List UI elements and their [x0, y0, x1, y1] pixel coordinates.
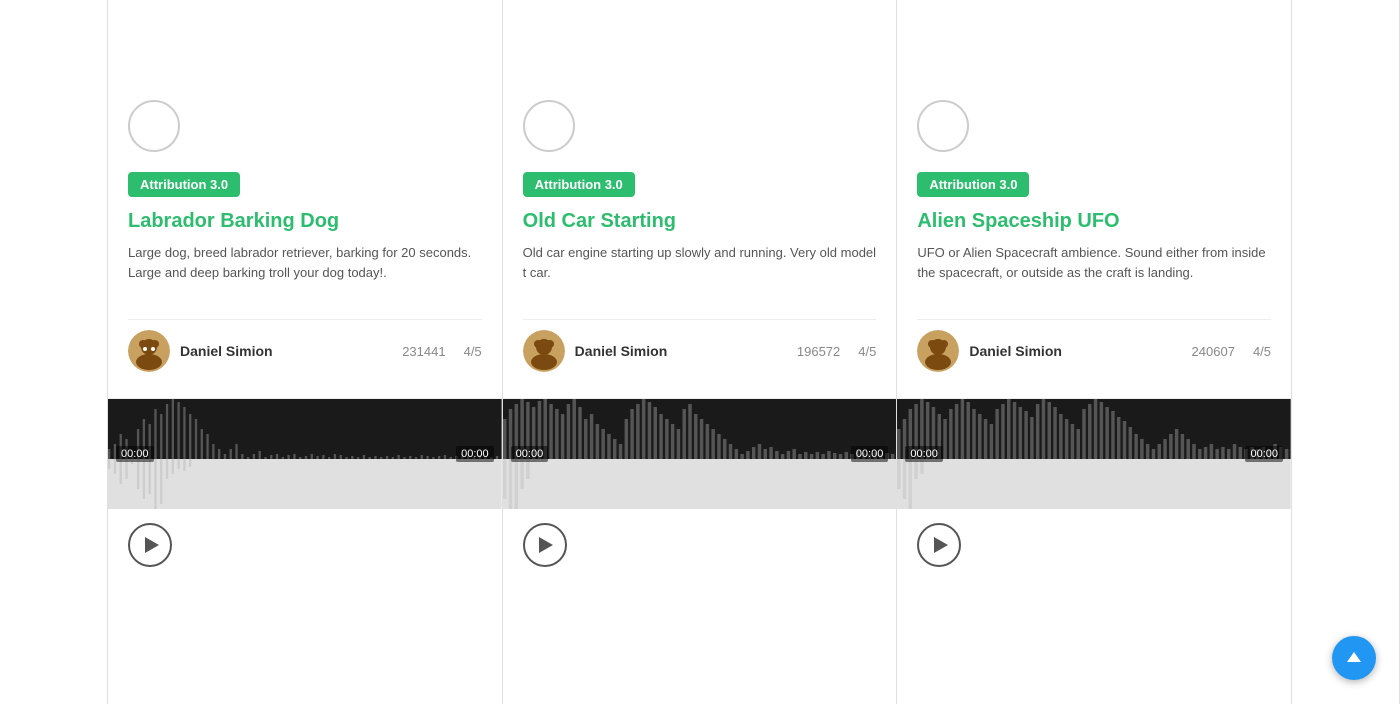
sound-title-3[interactable]: Alien Spaceship UFO — [917, 209, 1271, 233]
sound-description-3: UFO or Alien Spacecraft ambience. Sound … — [917, 243, 1271, 303]
play-icon-1 — [145, 537, 159, 553]
author-avatar-1 — [128, 330, 170, 372]
card-top-1: Attribution 3.0 Labrador Barking Dog Lar… — [108, 0, 502, 398]
waveform-time-right-3: 00:00 — [1245, 446, 1283, 462]
thumbnail-circle-1 — [128, 100, 180, 152]
scroll-top-arrow-icon — [1347, 652, 1361, 662]
avatar-svg-3 — [917, 330, 959, 372]
attribution-badge-1: Attribution 3.0 — [128, 172, 240, 197]
sound-description-2: Old car engine starting up slowly and ru… — [523, 243, 877, 303]
waveform-section-2[interactable]: 00:00 — [503, 398, 897, 509]
author-avatar-2 — [523, 330, 565, 372]
right-edge-column — [1292, 0, 1400, 704]
avatar-svg-1 — [128, 330, 170, 372]
waveform-svg-1 — [108, 399, 502, 509]
waveform-time-right-2: 00:00 — [851, 446, 889, 462]
waveform-svg-3 — [897, 399, 1291, 509]
attribution-badge-3: Attribution 3.0 — [917, 172, 1029, 197]
waveform-container-3[interactable]: 00:00 — [897, 399, 1291, 509]
waveform-container-2[interactable]: 00:00 — [503, 399, 897, 509]
author-row-2: Daniel Simion 196572 4/5 — [523, 319, 877, 382]
card-top-2: Attribution 3.0 Old Car Starting Old car… — [503, 0, 897, 398]
download-count-2: 196572 — [797, 344, 840, 359]
thumbnail-circle-3 — [917, 100, 969, 152]
play-button-container-2 — [503, 509, 897, 581]
author-name-1[interactable]: Daniel Simion — [180, 343, 392, 359]
play-button-container-1 — [108, 509, 502, 581]
waveform-time-left-1: 00:00 — [116, 446, 154, 462]
sound-title-1[interactable]: Labrador Barking Dog — [128, 209, 482, 233]
waveform-time-right-1: 00:00 — [456, 446, 494, 462]
sound-title-2[interactable]: Old Car Starting — [523, 209, 877, 233]
play-button-1[interactable] — [128, 523, 172, 567]
left-edge-column — [0, 0, 108, 704]
download-count-3: 240607 — [1192, 344, 1235, 359]
card-column-1: Attribution 3.0 Labrador Barking Dog Lar… — [108, 0, 503, 704]
rating-2: 4/5 — [858, 344, 876, 359]
card-column-2: Attribution 3.0 Old Car Starting Old car… — [503, 0, 898, 704]
scroll-top-button[interactable] — [1332, 636, 1376, 680]
waveform-container-1[interactable]: 00:00 — [108, 399, 502, 509]
play-icon-3 — [934, 537, 948, 553]
author-name-2[interactable]: Daniel Simion — [575, 343, 787, 359]
thumbnail-circle-2 — [523, 100, 575, 152]
attribution-badge-2: Attribution 3.0 — [523, 172, 635, 197]
card-column-3: Attribution 3.0 Alien Spaceship UFO UFO … — [897, 0, 1292, 704]
author-name-3[interactable]: Daniel Simion — [969, 343, 1181, 359]
waveform-time-left-2: 00:00 — [511, 446, 549, 462]
play-button-3[interactable] — [917, 523, 961, 567]
waveform-section-1[interactable]: 00:00 — [108, 398, 502, 509]
play-icon-2 — [539, 537, 553, 553]
waveform-svg-2 — [503, 399, 897, 509]
waveform-section-3[interactable]: 00:00 — [897, 398, 1291, 509]
rating-1: 4/5 — [464, 344, 482, 359]
card-top-3: Attribution 3.0 Alien Spaceship UFO UFO … — [897, 0, 1291, 398]
author-avatar-3 — [917, 330, 959, 372]
author-row-1: Daniel Simion 231441 4/5 — [128, 319, 482, 382]
play-button-container-3 — [897, 509, 1291, 581]
author-row-3: Daniel Simion 240607 4/5 — [917, 319, 1271, 382]
download-count-1: 231441 — [402, 344, 445, 359]
waveform-time-left-3: 00:00 — [905, 446, 943, 462]
sound-description-1: Large dog, breed labrador retriever, bar… — [128, 243, 482, 303]
play-button-2[interactable] — [523, 523, 567, 567]
rating-3: 4/5 — [1253, 344, 1271, 359]
avatar-svg-2 — [523, 330, 565, 372]
